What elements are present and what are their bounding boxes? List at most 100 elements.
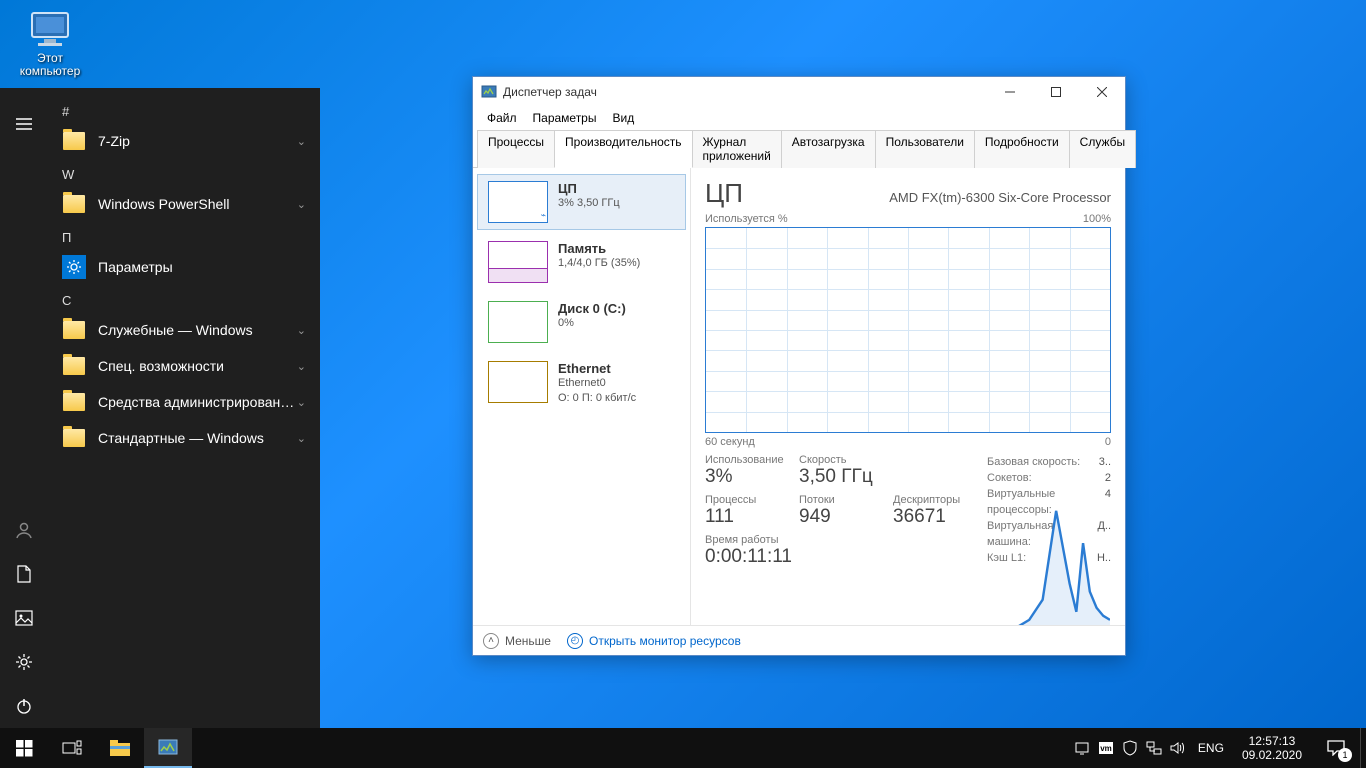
notification-badge: 1 (1338, 748, 1352, 762)
document-icon (16, 565, 32, 583)
folder-icon (62, 426, 86, 450)
start-app-item[interactable]: 7-Zip⌄ (48, 123, 320, 159)
start-app-label: 7-Zip (98, 133, 297, 149)
hamburger-icon (16, 118, 32, 130)
action-center-button[interactable]: 1 (1312, 728, 1360, 768)
chevron-down-icon: ⌄ (297, 135, 306, 148)
tab-3[interactable]: Автозагрузка (781, 130, 876, 168)
start-app-item[interactable]: Спец. возможности⌄ (48, 348, 320, 384)
desktop-icon-this-pc[interactable]: Этот компьютер (12, 10, 88, 78)
start-app-item[interactable]: Служебные — Windows⌄ (48, 312, 320, 348)
resmon-icon: ◴ (567, 633, 583, 649)
start-letter-header[interactable]: С (48, 285, 320, 312)
tab-5[interactable]: Подробности (974, 130, 1070, 168)
start-pictures-button[interactable] (0, 596, 48, 640)
start-power-button[interactable] (0, 684, 48, 728)
tab-1[interactable]: Производительность (554, 130, 692, 168)
close-button[interactable] (1079, 77, 1125, 107)
task-manager-window: Диспетчер задач ФайлПараметрыВид Процесс… (472, 76, 1126, 656)
chevron-down-icon: ⌄ (297, 360, 306, 373)
cpu-model: AMD FX(tm)-6300 Six-Core Processor (889, 190, 1111, 205)
sidebar-item-cpu[interactable]: ⌁ЦП3% 3,50 ГГц (477, 174, 686, 230)
start-rail (0, 88, 48, 728)
menu-item[interactable]: Файл (479, 109, 525, 127)
start-app-item[interactable]: Параметры (48, 249, 320, 285)
task-manager-icon (481, 84, 497, 100)
open-resource-monitor-link[interactable]: ◴ Открыть монитор ресурсов (567, 633, 741, 649)
maximize-icon (1051, 87, 1061, 97)
tab-0[interactable]: Процессы (477, 130, 555, 168)
close-icon (1097, 87, 1107, 97)
start-app-item[interactable]: Средства администрирования...⌄ (48, 384, 320, 420)
chevron-down-icon: ⌄ (297, 324, 306, 337)
task-manager-icon (158, 738, 178, 756)
taskbar-app-task-manager[interactable] (144, 728, 192, 768)
cpu-thumbnail: ⌁ (488, 181, 548, 223)
fewer-details-button[interactable]: ˄ Меньше (483, 633, 551, 649)
start-menu: #7-Zip⌄WWindows PowerShell⌄ППараметрыССл… (0, 88, 320, 728)
pictures-icon (15, 610, 33, 626)
sidebar-item-net[interactable]: EthernetEthernet0О: 0 П: 0 кбит/с (477, 354, 686, 413)
speaker-icon (1170, 741, 1186, 755)
start-expand-button[interactable] (0, 102, 48, 146)
vm-icon: vm (1098, 741, 1114, 755)
gear-icon (15, 653, 33, 671)
disk-thumbnail (488, 301, 548, 343)
maximize-button[interactable] (1033, 77, 1079, 107)
task-manager-footer: ˄ Меньше ◴ Открыть монитор ресурсов (473, 625, 1125, 655)
start-documents-button[interactable] (0, 552, 48, 596)
start-app-label: Спец. возможности (98, 358, 297, 374)
tray-volume-icon[interactable] (1166, 728, 1190, 768)
tray-overflow-button[interactable] (1070, 728, 1094, 768)
file-explorer-icon (109, 739, 131, 757)
folder-icon (62, 318, 86, 342)
task-view-button[interactable] (48, 728, 96, 768)
start-app-label: Служебные — Windows (98, 322, 297, 338)
titlebar[interactable]: Диспетчер задач (473, 77, 1125, 107)
mem-thumbnail (488, 241, 548, 283)
gear-icon (62, 255, 86, 279)
tray-language-button[interactable]: ENG (1190, 741, 1232, 755)
desktop-icon-label: Этот компьютер (12, 52, 88, 78)
taskbar: vm ENG 12:57:13 09.02.2020 1 (0, 728, 1366, 768)
cpu-heading: ЦП (705, 178, 743, 209)
minimize-button[interactable] (987, 77, 1033, 107)
sidebar-item-mem[interactable]: Память1,4/4,0 ГБ (35%) (477, 234, 686, 290)
taskbar-app-explorer[interactable] (96, 728, 144, 768)
start-letter-header[interactable]: П (48, 222, 320, 249)
start-app-item[interactable]: Стандартные — Windows⌄ (48, 420, 320, 456)
power-icon (15, 697, 33, 715)
start-settings-button[interactable] (0, 640, 48, 684)
start-button[interactable] (0, 728, 48, 768)
chart-y-label-right: 100% (1083, 213, 1111, 225)
cpu-usage-chart[interactable] (705, 227, 1111, 433)
monitor-icon (28, 10, 72, 50)
performance-sidebar: ⌁ЦП3% 3,50 ГГцПамять1,4/4,0 ГБ (35%)Диск… (473, 168, 691, 625)
start-letter-header[interactable]: W (48, 159, 320, 186)
menu-item[interactable]: Параметры (525, 109, 605, 127)
net-thumbnail (488, 361, 548, 403)
tray-network-icon[interactable] (1142, 728, 1166, 768)
task-view-icon (62, 740, 82, 756)
tab-2[interactable]: Журнал приложений (692, 130, 782, 168)
tray-security-icon[interactable] (1118, 728, 1142, 768)
shield-icon (1123, 740, 1137, 756)
start-app-item[interactable]: Windows PowerShell⌄ (48, 186, 320, 222)
windows-logo-icon (16, 740, 33, 757)
tab-6[interactable]: Службы (1069, 130, 1136, 168)
minimize-icon (1005, 87, 1015, 97)
chevron-up-icon: ˄ (483, 633, 499, 649)
sidebar-item-disk[interactable]: Диск 0 (C:)0% (477, 294, 686, 350)
folder-icon (62, 192, 86, 216)
window-title: Диспетчер задач (503, 85, 987, 99)
tab-4[interactable]: Пользователи (875, 130, 975, 168)
chevron-down-icon: ⌄ (297, 198, 306, 211)
tray-vm-icon[interactable]: vm (1094, 728, 1118, 768)
start-app-label: Windows PowerShell (98, 196, 297, 212)
menu-item[interactable]: Вид (604, 109, 642, 127)
show-desktop-button[interactable] (1360, 728, 1366, 768)
tray-clock[interactable]: 12:57:13 09.02.2020 (1232, 734, 1312, 762)
start-app-label: Стандартные — Windows (98, 430, 297, 446)
start-user-button[interactable] (0, 508, 48, 552)
start-letter-header[interactable]: # (48, 96, 320, 123)
